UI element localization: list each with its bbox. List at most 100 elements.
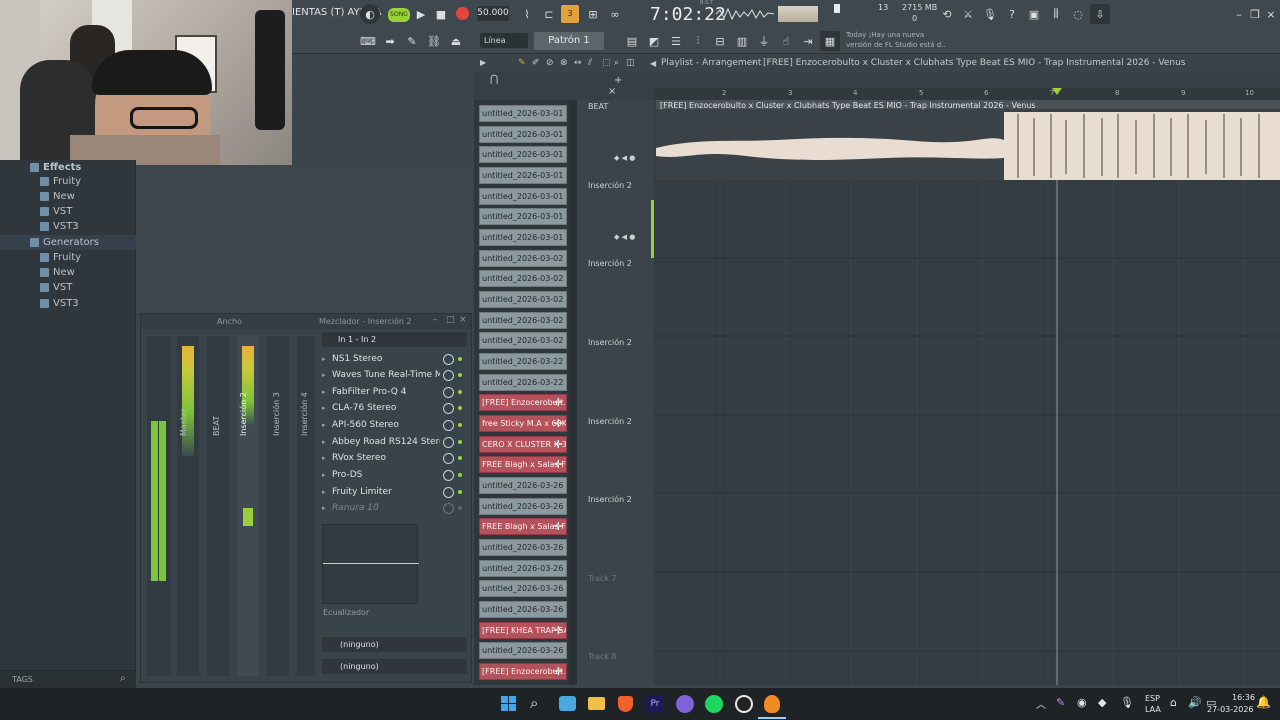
countdown-icon[interactable]: ⊏ xyxy=(539,4,559,24)
slot-enabled-led[interactable] xyxy=(458,456,462,460)
fx-slot-3[interactable]: ▸ FabFilter Pro-Q 4 xyxy=(322,384,467,400)
app-tray-icon[interactable]: ◆ xyxy=(1098,696,1106,709)
blend-notes-icon[interactable]: ⊞ xyxy=(583,4,603,24)
pen-icon[interactable]: ✎ xyxy=(1056,696,1065,709)
microphone-tray-icon[interactable]: 🎙 xyxy=(1120,696,1134,709)
taskbar-clock-time[interactable]: 16:36 xyxy=(1232,693,1255,702)
select-icon[interactable]: ⬚ xyxy=(602,58,611,68)
clip-source-item[interactable]: untitled_2026-03-26 15-.. xyxy=(479,642,567,659)
fx-slot-6[interactable]: ▸ Abbey Road RS124 Stereo xyxy=(322,434,467,450)
fx-slot-7[interactable]: ▸ RVox Stereo xyxy=(322,450,467,466)
arrow-right-icon[interactable]: ➡ xyxy=(380,31,400,51)
mix-knob-icon[interactable] xyxy=(443,369,454,381)
clip-source-item[interactable]: untitled_2026-03-22 00-.. xyxy=(479,353,567,370)
browser-item-vst3[interactable]: VST3 xyxy=(0,219,136,234)
fx-slot-1[interactable]: ▸ NS1 Stereo xyxy=(322,351,467,367)
mixer-strip-insert-3[interactable]: Inserción 3 xyxy=(267,336,289,676)
search-icon[interactable]: ⌕ xyxy=(120,673,126,684)
track-label[interactable]: Inserción 2 xyxy=(588,495,632,504)
track-label[interactable]: Inserción 2 xyxy=(588,338,632,347)
mix-knob-icon[interactable] xyxy=(443,386,454,398)
eq-graph[interactable] xyxy=(322,524,419,604)
brave-browser-icon[interactable] xyxy=(618,696,633,712)
mix-knob-icon[interactable] xyxy=(443,502,454,514)
news-line-2[interactable]: versión de FL Studio está d.. xyxy=(846,41,946,49)
magnet-icon[interactable]: ⋂ xyxy=(490,74,498,85)
chevron-up-icon[interactable]: ︿ xyxy=(1036,696,1046,711)
clip-source-item[interactable]: untitled_2026-03-02 01-.. xyxy=(479,312,567,329)
volume-icon[interactable]: 🔊 xyxy=(1188,696,1202,709)
piano-icon[interactable]: ⌨ xyxy=(358,31,378,51)
clip-source-item[interactable]: untitled_2026-03-26 15-.. xyxy=(479,539,567,556)
browser-item-vst[interactable]: VST xyxy=(0,204,136,219)
clip-source-item[interactable]: CERO X CLUSTER X 3U..✛ xyxy=(479,436,567,453)
clip-source-item[interactable]: untitled_2026-03-02 01-.. xyxy=(479,332,567,349)
mixer-strip-insert-2[interactable]: Inserción 2 xyxy=(237,336,259,676)
browser-item-effects[interactable]: Effects xyxy=(0,160,136,175)
close-icon[interactable]: × xyxy=(608,86,616,97)
browser-item-vst[interactable]: VST xyxy=(0,280,136,295)
browser-icon[interactable]: ▥ xyxy=(732,31,752,51)
stamp-icon[interactable]: ⏏ xyxy=(446,31,466,51)
slot-enabled-led[interactable] xyxy=(458,440,462,444)
touch-icon[interactable]: ☝ xyxy=(776,31,796,51)
send-select-2[interactable]: (ninguno) xyxy=(322,659,467,674)
clip-source-item[interactable]: free Sticky M.A x 60K.. ✛ xyxy=(479,415,567,432)
fx-slot-4[interactable]: ▸ CLA-76 Stereo xyxy=(322,400,467,416)
step-edit-icon[interactable]: 3 xyxy=(561,5,579,23)
taskbar-clock-date[interactable]: 27-03-2026 xyxy=(1207,705,1254,714)
playlist-icon[interactable]: ▤ xyxy=(622,31,642,51)
clip-list-scrollbar[interactable] xyxy=(569,100,577,685)
link-icon[interactable]: ⛓ xyxy=(424,31,444,51)
minimize-icon[interactable]: – xyxy=(1232,4,1246,24)
clip-source-item[interactable]: [FREE] Enzocerobult.. ✛ xyxy=(479,394,567,411)
delete-icon[interactable]: ⊘ xyxy=(546,58,554,68)
clip-source-item[interactable]: [FREE] Enzocerobult.. ✛ xyxy=(479,663,567,680)
playback-icon[interactable]: ◫ xyxy=(626,58,635,68)
news-icon[interactable]: ▦ xyxy=(820,31,840,51)
clip-source-item[interactable]: untitled_2026-03-26 15-.. xyxy=(479,580,567,597)
language-primary[interactable]: ESP xyxy=(1145,694,1160,703)
mixer-view-label[interactable]: Ancho xyxy=(217,317,242,326)
audio-clip[interactable] xyxy=(656,100,1280,180)
mixer-icon[interactable]: ⚔ xyxy=(958,4,978,24)
slot-enabled-led[interactable] xyxy=(458,357,462,361)
stop-icon[interactable]: ■ xyxy=(431,4,451,24)
network-icon[interactable]: ⌂ xyxy=(1170,696,1177,709)
pencil-icon[interactable]: ✎ xyxy=(518,58,526,68)
timeline-ruler[interactable]: 2 3 4 5 6 7 8 9 10 xyxy=(654,88,1280,100)
clip-source-item[interactable]: [FREE] KHEA TRAP SA.. ✛ xyxy=(479,622,567,639)
slot-enabled-led[interactable] xyxy=(458,506,462,510)
clip-source-item[interactable]: untitled_2026-03-26 15-.. xyxy=(479,560,567,577)
clip-source-item[interactable]: FREE Blagh x Salas Fl.. ✛ xyxy=(479,456,567,473)
discord-tray-icon[interactable]: ◉ xyxy=(1077,696,1087,709)
plus-icon[interactable]: ✛ xyxy=(554,417,563,430)
mixer-sliders-icon[interactable]: ⫶ xyxy=(688,31,708,51)
clip-source-item[interactable]: FREE Blagh x Salas Fl.. ✛ xyxy=(479,518,567,535)
undo-icon[interactable]: ⟲ xyxy=(937,4,957,24)
plus-icon[interactable]: + xyxy=(614,75,622,86)
fx-slot-9[interactable]: ▸ Fruity Limiter xyxy=(322,484,467,500)
arrow-icon[interactable]: ⇥ xyxy=(798,31,818,51)
restore-icon[interactable]: ❐ xyxy=(1248,4,1262,24)
clip-source-item[interactable]: untitled_2026-03-22 00-.. xyxy=(479,374,567,391)
save-icon[interactable]: ▣ xyxy=(1024,4,1044,24)
plus-icon[interactable]: ✛ xyxy=(554,458,563,471)
chrome-icon[interactable] xyxy=(735,695,753,713)
browser-item-new[interactable]: New xyxy=(0,189,136,204)
mix-knob-icon[interactable] xyxy=(443,419,454,431)
browser-item-fruity[interactable]: Fruity xyxy=(0,250,136,265)
track-label[interactable]: Track 7 xyxy=(588,574,617,583)
mute-solo-icons[interactable]: ◆ ◀ ● xyxy=(614,154,635,162)
minimize-icon[interactable]: – xyxy=(433,315,438,325)
breadcrumb[interactable]: [FREE] Enzocerobulto x Cluster x Clubhat… xyxy=(763,58,1186,68)
track-label[interactable]: Track 8 xyxy=(588,652,617,661)
close-icon[interactable]: × xyxy=(1264,4,1278,24)
slice-icon[interactable]: ⫽ xyxy=(588,58,592,68)
browser-item-vst3[interactable]: VST3 xyxy=(0,296,136,311)
play-icon[interactable]: ▶ xyxy=(411,4,431,24)
clip-source-item[interactable]: untitled_2026-03-01 00-.. xyxy=(479,208,567,225)
plus-icon[interactable]: ✛ xyxy=(554,624,563,637)
file-explorer-icon[interactable] xyxy=(588,697,605,710)
help-icon[interactable]: ? xyxy=(1002,4,1022,24)
